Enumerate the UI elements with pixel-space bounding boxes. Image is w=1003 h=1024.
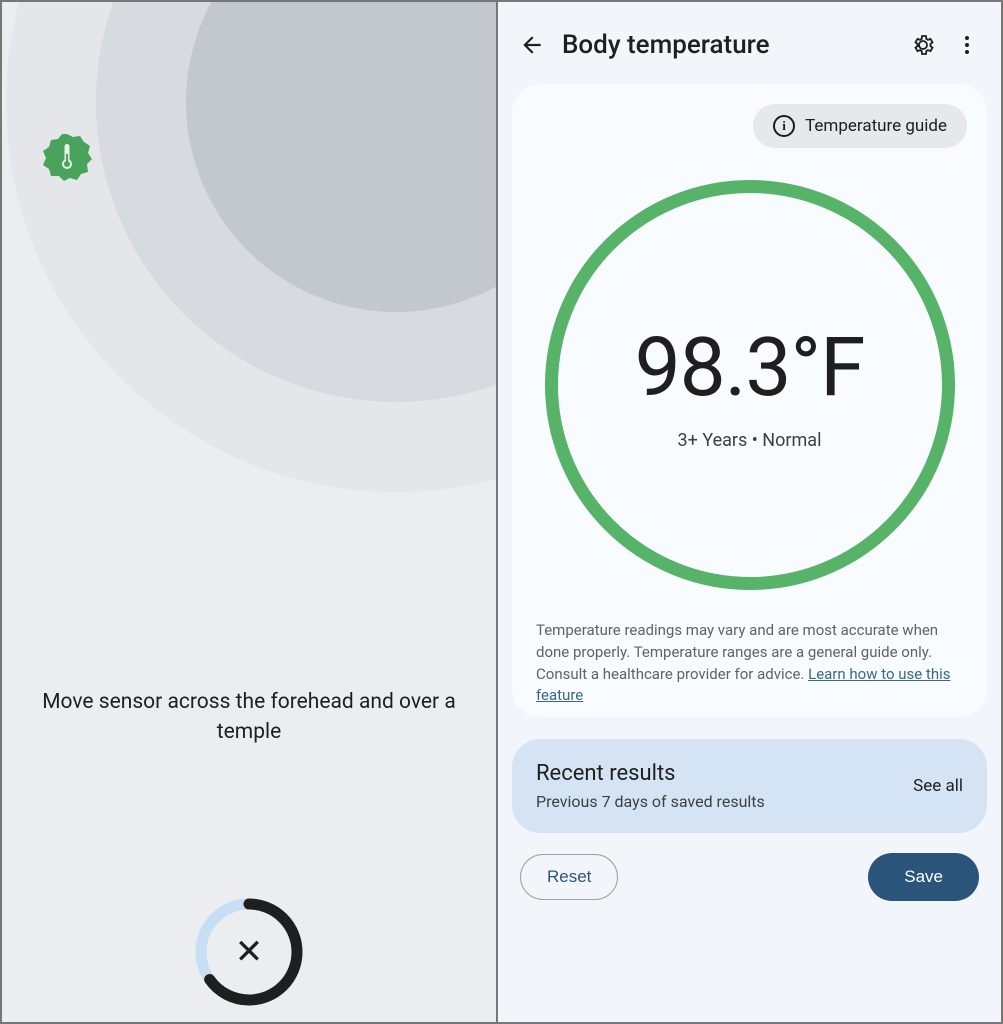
page-title: Body temperature: [562, 30, 893, 60]
back-button[interactable]: [518, 31, 546, 59]
temperature-subtitle: 3+ Years • Normal: [678, 430, 822, 451]
temperature-ring: 98.3°F 3+ Years • Normal: [545, 180, 955, 590]
reset-button[interactable]: Reset: [520, 854, 618, 900]
more-button[interactable]: [953, 31, 981, 59]
button-row: Reset Save: [498, 837, 1001, 901]
scan-screen: Move sensor across the forehead and over…: [2, 2, 496, 1022]
save-button[interactable]: Save: [868, 853, 979, 901]
temperature-guide-chip[interactable]: i Temperature guide: [753, 104, 967, 148]
close-icon: ✕: [235, 935, 264, 969]
scan-instruction: Move sensor across the forehead and over…: [2, 687, 496, 748]
header: Body temperature: [498, 2, 1001, 70]
temperature-value: 98.3°F: [635, 320, 865, 416]
recent-subtitle: Previous 7 days of saved results: [536, 792, 903, 811]
info-icon: i: [773, 115, 795, 137]
settings-button[interactable]: [909, 31, 937, 59]
disclaimer-text: Temperature readings may vary and are mo…: [532, 620, 967, 707]
guide-chip-label: Temperature guide: [805, 116, 947, 136]
cancel-scan-button[interactable]: ✕: [189, 892, 309, 1012]
recent-results-card[interactable]: Recent results Previous 7 days of saved …: [512, 739, 987, 833]
radar-graphic: [6, 2, 496, 492]
result-screen: Body temperature i Temperature guide 98.…: [498, 2, 1001, 1022]
see-all-link[interactable]: See all: [913, 776, 963, 796]
thermometer-badge-icon: [42, 132, 92, 182]
recent-title: Recent results: [536, 761, 903, 786]
result-card: i Temperature guide 98.3°F 3+ Years • No…: [512, 84, 987, 717]
